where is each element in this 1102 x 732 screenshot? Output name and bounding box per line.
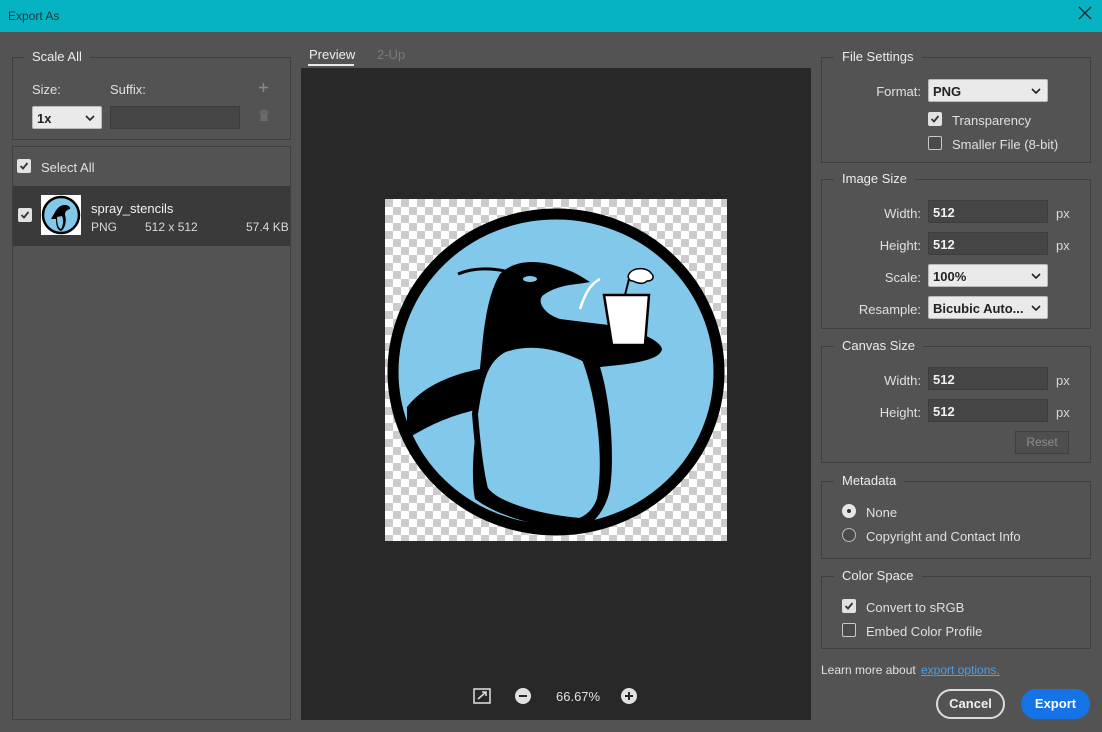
checkmark-icon [19,162,29,170]
tab-preview-underline [308,64,354,66]
checkmark-icon [20,211,30,219]
canvas-height-value: 512 [933,404,955,419]
metadata-copyright-label: Copyright and Contact Info [866,529,1021,544]
file-name: spray_stencils [91,201,174,216]
tab-preview[interactable]: Preview [309,47,355,62]
canvas-height-unit: px [1056,405,1070,420]
file-thumbnail [41,195,81,235]
format-label: Format: [876,84,921,99]
trash-icon[interactable] [258,109,270,122]
image-size-legend: Image Size [834,171,916,186]
image-width-unit: px [1056,206,1070,221]
suffix-input[interactable] [110,106,240,129]
smaller-file-label: Smaller File (8-bit) [952,137,1059,152]
zoom-in-icon[interactable] [621,688,637,704]
smaller-file-checkbox[interactable] [928,136,942,150]
tab-2up[interactable]: 2-Up [377,47,405,62]
checkmark-icon [930,115,940,123]
resample-select[interactable]: Bicubic Auto... [928,296,1048,319]
chevron-down-icon [1031,305,1041,312]
chevron-down-icon [1031,88,1041,95]
size-label: Size: [32,82,61,97]
chevron-down-icon [1031,273,1041,280]
preview-image [385,199,727,541]
scale-select-value: 100% [933,269,967,284]
zoom-out-icon[interactable] [515,688,531,704]
scale-all-legend: Scale All [24,49,90,64]
fit-screen-icon[interactable] [473,688,491,704]
metadata-panel: Metadata [821,473,1091,559]
metadata-copyright-radio[interactable] [842,528,856,542]
canvas-height-input[interactable]: 512 [928,399,1048,422]
color-space-legend: Color Space [834,568,922,583]
image-height-label: Height: [879,238,921,253]
scale-label: Scale: [884,270,921,285]
export-options-link[interactable]: export options. [921,663,1000,677]
canvas-width-value: 512 [933,372,955,387]
file-dimensions: 512 x 512 [145,220,198,234]
image-height-value: 512 [933,237,955,252]
close-icon[interactable] [1078,6,1092,20]
canvas-width-label: Width: [884,373,921,388]
size-select[interactable]: 1x [32,106,102,129]
image-height-unit: px [1056,238,1070,253]
canvas-height-label: Height: [879,405,921,420]
file-item-checkbox[interactable] [18,208,32,222]
metadata-legend: Metadata [834,473,905,488]
reset-button[interactable]: Reset [1015,431,1069,454]
transparency-label: Transparency [952,113,1031,128]
suffix-label: Suffix: [110,82,146,97]
convert-srgb-label: Convert to sRGB [866,600,965,615]
image-width-input[interactable]: 512 [928,200,1048,223]
checkmark-icon [844,602,854,610]
canvas-width-input[interactable]: 512 [928,367,1048,390]
format-select[interactable]: PNG [928,79,1048,102]
export-button[interactable]: Export [1021,689,1090,719]
metadata-none-radio[interactable] [842,504,856,518]
select-all-checkbox[interactable] [17,159,31,173]
transparency-checkbox[interactable] [928,112,942,126]
canvas-size-legend: Canvas Size [834,338,923,353]
image-width-label: Width: [884,206,921,221]
scale-select[interactable]: 100% [928,264,1048,287]
resample-select-value: Bicubic Auto... [933,301,1024,316]
embed-profile-checkbox[interactable] [842,623,856,637]
metadata-none-label: None [866,505,898,520]
file-list-item[interactable]: spray_stencils PNG 512 x 512 57.4 KB [13,186,290,246]
zoom-level: 66.67% [556,689,601,704]
format-select-value: PNG [933,84,962,99]
window-title: Export As [8,9,60,23]
title-bar: Export As [0,0,1102,32]
file-size: 57.4 KB [246,220,289,234]
file-settings-legend: File Settings [834,49,922,64]
file-format: PNG [91,220,118,234]
canvas-width-unit: px [1056,373,1070,388]
embed-profile-label: Embed Color Profile [866,624,983,639]
select-all-label: Select All [41,160,95,175]
convert-srgb-checkbox[interactable] [842,599,856,613]
learn-more-text: Learn more about [821,663,916,677]
cancel-button[interactable]: Cancel [936,689,1005,719]
resample-label: Resample: [858,302,921,317]
image-height-input[interactable]: 512 [928,232,1048,255]
chevron-down-icon [85,115,95,122]
add-icon[interactable] [258,82,269,93]
size-select-value: 1x [37,111,52,126]
image-width-value: 512 [933,205,955,220]
